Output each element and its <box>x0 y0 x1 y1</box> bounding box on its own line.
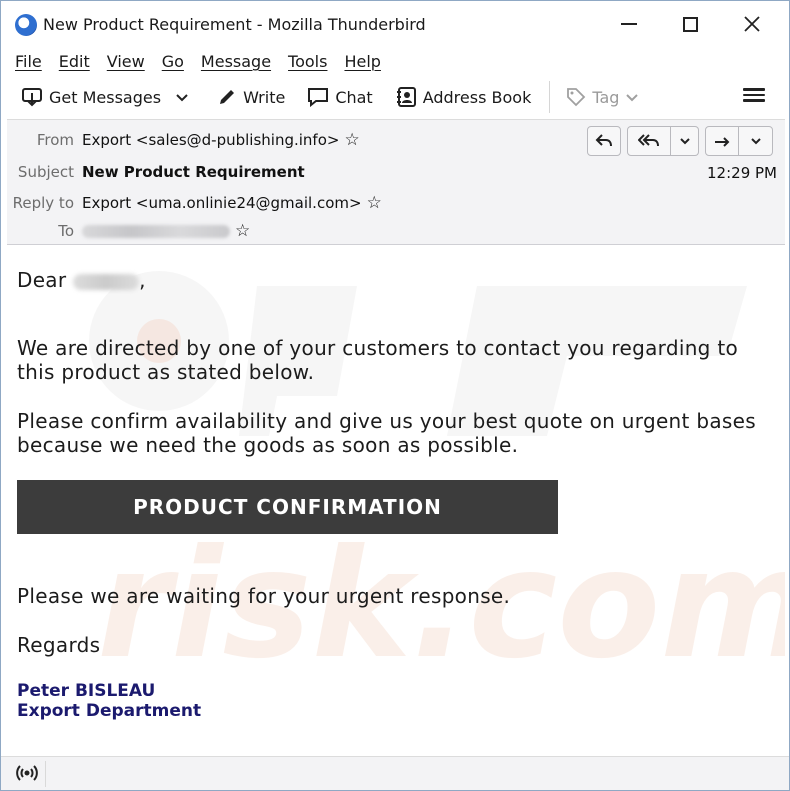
chevron-down-icon <box>176 94 188 102</box>
subject-label: Subject <box>17 163 74 181</box>
close-icon <box>744 16 760 32</box>
close-button[interactable] <box>729 1 775 47</box>
subject-row: Subject New Product Requirement <box>7 160 305 184</box>
minimize-icon <box>621 23 637 25</box>
reply-to-row: Reply to Export <uma.onlinie24@gmail.com… <box>7 191 382 215</box>
reply-all-icon <box>638 134 659 147</box>
hamburger-icon <box>743 88 765 91</box>
get-messages-label: Get Messages <box>49 87 162 107</box>
minimize-button[interactable] <box>606 1 652 47</box>
paragraph-2: Please confirm availability and give us … <box>17 409 756 457</box>
address-book-button[interactable]: Address Book <box>391 81 536 113</box>
chat-label: Chat <box>335 87 373 107</box>
menu-view[interactable]: View <box>107 52 145 71</box>
star-icon[interactable]: ☆ <box>344 130 359 150</box>
product-confirmation-button[interactable]: PRODUCT CONFIRMATION <box>17 480 558 534</box>
maximize-button[interactable] <box>667 1 713 47</box>
message-time: 12:29 PM <box>707 164 777 182</box>
window-title: New Product Requirement - Mozilla Thunde… <box>43 15 426 34</box>
write-label: Write <box>243 87 286 107</box>
forward-group <box>705 126 773 158</box>
menu-tools[interactable]: Tools <box>288 52 327 71</box>
menu-file[interactable]: File <box>15 52 42 71</box>
tag-button[interactable]: Tag <box>562 81 643 113</box>
get-messages-button[interactable]: Get Messages <box>17 81 165 113</box>
greeting: Dear , <box>17 268 146 292</box>
star-icon[interactable]: ☆ <box>367 193 382 213</box>
app-menu-button[interactable] <box>743 85 765 107</box>
from-value[interactable]: Export <sales@d-publishing.info> <box>82 131 339 149</box>
menu-go[interactable]: Go <box>162 52 184 71</box>
address-book-label: Address Book <box>422 87 532 107</box>
menu-help[interactable]: Help <box>344 52 380 71</box>
main-toolbar: Get Messages Write Chat Address Book Tag <box>1 77 789 117</box>
message-actions <box>587 126 779 158</box>
chat-button[interactable]: Chat <box>303 81 376 113</box>
reply-to-value[interactable]: Export <uma.onlinie24@gmail.com> <box>82 194 362 212</box>
star-icon[interactable]: ☆ <box>235 221 250 241</box>
subject-value: New Product Requirement <box>82 163 305 181</box>
status-separator <box>45 761 46 787</box>
reply-icon <box>595 134 612 147</box>
from-row: From Export <sales@d-publishing.info> ☆ <box>7 128 360 152</box>
from-label: From <box>36 131 74 149</box>
chevron-down-icon <box>626 94 639 102</box>
forward-button[interactable] <box>705 126 739 156</box>
reply-all-button[interactable] <box>627 126 671 156</box>
forward-icon <box>715 137 730 147</box>
signature-name: Peter BISLEAU <box>17 681 156 701</box>
thunderbird-logo-icon <box>15 14 37 36</box>
redacted-name <box>73 273 140 290</box>
thunderbird-window: New Product Requirement - Mozilla Thunde… <box>0 0 790 791</box>
address-book-icon <box>396 87 416 107</box>
chevron-down-icon <box>679 138 690 145</box>
tag-label: Tag <box>592 87 620 107</box>
paragraph-3: Please we are waiting for your urgent re… <box>17 584 511 608</box>
more-actions-dropdown[interactable] <box>739 126 773 156</box>
toolbar-separator <box>549 81 551 113</box>
signature-department: Export Department <box>17 701 202 721</box>
to-row: To ☆ <box>7 219 250 243</box>
message-body: risk.com Dear , We are directed by one o… <box>7 246 785 756</box>
reply-all-dropdown[interactable] <box>671 126 699 156</box>
tag-icon <box>567 88 586 107</box>
online-status-icon[interactable] <box>15 761 39 785</box>
greeting-text: Dear <box>17 268 67 292</box>
pencil-icon <box>220 90 235 104</box>
reply-to-label: Reply to <box>12 194 74 212</box>
get-messages-dropdown[interactable] <box>171 81 199 113</box>
menu-edit[interactable]: Edit <box>59 52 90 71</box>
regards: Regards <box>17 633 101 657</box>
reply-all-group <box>627 126 699 158</box>
status-bar <box>1 756 789 790</box>
chevron-down-icon <box>750 138 761 145</box>
title-bar: New Product Requirement - Mozilla Thunde… <box>1 1 789 47</box>
maximize-icon <box>682 16 698 32</box>
to-label: To <box>58 222 74 240</box>
menu-message[interactable]: Message <box>201 52 271 71</box>
paragraph-1: We are directed by one of your customers… <box>17 336 738 384</box>
write-button[interactable]: Write <box>213 81 289 113</box>
redacted-recipient <box>82 224 230 238</box>
menu-bar: File Edit View Go Message Tools Help <box>1 47 789 75</box>
greeting-comma: , <box>139 268 146 292</box>
message-header: From Export <sales@d-publishing.info> ☆ … <box>7 119 785 245</box>
download-icon <box>22 88 42 107</box>
chat-bubble-icon <box>308 88 329 107</box>
reply-button[interactable] <box>587 126 621 156</box>
